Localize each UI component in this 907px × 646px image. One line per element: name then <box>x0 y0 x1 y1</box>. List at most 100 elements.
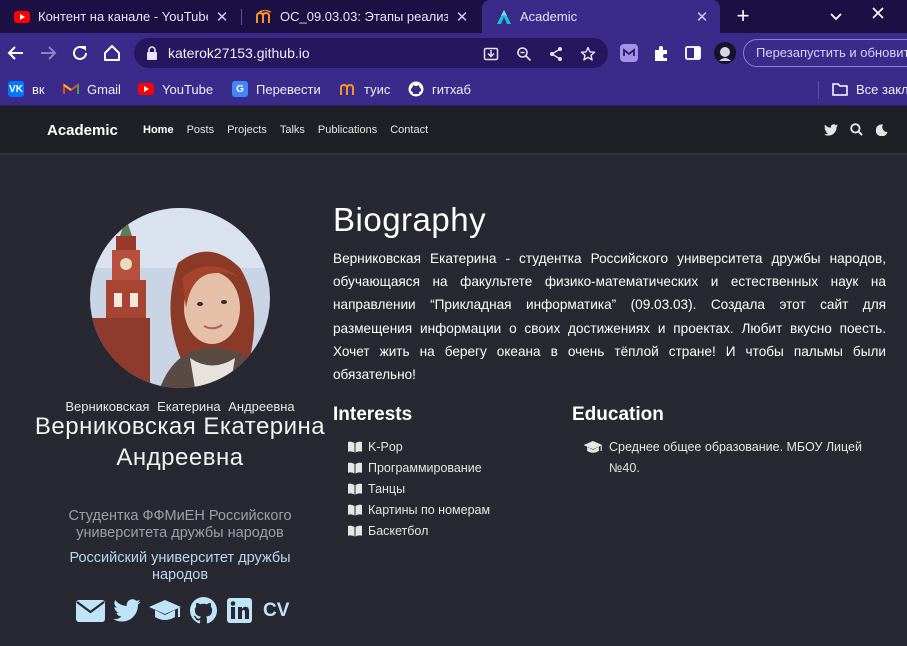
chevron-down-icon[interactable] <box>826 7 846 27</box>
book-icon <box>347 462 363 474</box>
interest-label: Программирование <box>368 461 482 476</box>
bookmark-label: Перевести <box>256 81 321 97</box>
bookmark-gmail[interactable]: Gmail <box>63 80 121 98</box>
youtube-icon <box>138 81 154 97</box>
interest-label: Баскетбол <box>368 523 429 538</box>
all-bookmarks-folder[interactable]: Все закладки <box>832 80 907 98</box>
graduation-cap-icon[interactable] <box>148 596 182 625</box>
tab-title: Academic <box>520 9 578 24</box>
cv-link[interactable]: CV <box>263 600 289 622</box>
avatar <box>90 208 270 388</box>
new-tab-button[interactable]: + <box>730 3 756 29</box>
share-icon[interactable] <box>547 45 565 63</box>
interests-list: K-Pop Программирование Танцы Картины по … <box>347 437 490 541</box>
install-icon[interactable] <box>482 45 500 63</box>
list-item: Программирование <box>347 458 490 479</box>
profile-avatar[interactable] <box>714 42 736 64</box>
interests-title: Interests <box>333 404 413 425</box>
github-icon <box>408 81 424 97</box>
relaunch-update-button[interactable]: Перезапустить и обновить <box>743 39 907 67</box>
list-item: Танцы <box>347 479 490 500</box>
tab-academic[interactable]: Academic ✕ <box>482 0 720 33</box>
nav-projects[interactable]: Projects <box>227 124 267 136</box>
youtube-icon <box>14 9 30 25</box>
bookmark-label: туис <box>364 81 391 97</box>
bookmarks-divider <box>818 81 819 99</box>
extension-icon[interactable] <box>620 44 638 62</box>
book-icon <box>347 525 363 537</box>
tab-title: ОС_09.03.03: Этапы реализации <box>280 9 448 24</box>
web-page: Academic Home Posts Projects Talks Publi… <box>0 107 907 646</box>
graduation-cap-icon <box>583 440 603 456</box>
nav-posts[interactable]: Posts <box>187 124 215 136</box>
bookmark-label: Gmail <box>87 81 121 97</box>
bookmark-label: YouTube <box>162 81 214 97</box>
envelope-icon[interactable] <box>76 596 105 625</box>
zoom-icon[interactable] <box>515 45 533 63</box>
nav-talks[interactable]: Talks <box>280 124 305 136</box>
interest-label: Картины по номерам <box>368 502 491 517</box>
book-icon <box>347 504 363 516</box>
tab-title: Контент на канале - YouTube <box>38 9 208 24</box>
moodle-icon <box>256 9 272 25</box>
bookmark-youtube[interactable]: YouTube <box>138 80 213 98</box>
puzzle-icon[interactable] <box>652 44 670 62</box>
nav-home[interactable]: Home <box>143 124 174 136</box>
tab-youtube[interactable]: Контент на канале - YouTube ✕ <box>0 0 240 33</box>
moon-icon[interactable] <box>875 123 890 137</box>
interest-label: K-Pop <box>368 440 403 455</box>
site-info-icon[interactable] <box>144 45 160 61</box>
bookmark-github[interactable]: гитхаб <box>408 80 471 98</box>
twitter-icon[interactable] <box>824 123 838 137</box>
bookmark-tuis[interactable]: туис <box>340 80 390 98</box>
nav-contact[interactable]: Contact <box>390 124 428 136</box>
nav-publications[interactable]: Publications <box>318 124 377 136</box>
list-item: Картины по номерам <box>347 499 490 520</box>
profile-name: Верниковская Екатерина Андреевна <box>34 413 326 471</box>
list-item: Баскетбол <box>347 520 490 541</box>
close-tab-icon[interactable]: ✕ <box>694 8 710 26</box>
moodle-icon <box>340 81 356 97</box>
list-item: K-Pop <box>347 437 490 458</box>
bookmark-label: вк <box>32 81 45 97</box>
forward-button[interactable] <box>36 41 60 65</box>
education-item: Среднее общее образование. МБОУ Лицей №4… <box>583 437 883 479</box>
search-icon[interactable] <box>850 123 864 137</box>
tab-moodle[interactable]: ОС_09.03.03: Этапы реализации ✕ <box>242 0 480 33</box>
minimize-button[interactable] <box>868 6 888 26</box>
close-tab-icon[interactable]: ✕ <box>454 8 470 26</box>
biography-text: Верниковская Екатерина - студентка Росси… <box>333 251 886 383</box>
bookmark-label: гитхаб <box>432 81 471 97</box>
twitter-icon[interactable] <box>112 596 141 625</box>
github-icon[interactable] <box>189 596 218 625</box>
close-tab-icon[interactable]: ✕ <box>214 8 230 26</box>
folder-icon <box>832 81 848 97</box>
education-text: Среднее общее образование. МБОУ Лицей №4… <box>609 440 862 475</box>
site-navbar: Academic Home Posts Projects Talks Publi… <box>0 107 907 155</box>
translate-icon: G <box>232 81 248 97</box>
url-text: katerok27153.github.io <box>168 45 310 61</box>
vk-icon: VK <box>8 81 24 97</box>
bookmark-vk[interactable]: VK вк <box>8 80 45 98</box>
education-title: Education <box>572 404 664 425</box>
bookmark-translate[interactable]: G Перевести <box>232 80 321 98</box>
academic-icon <box>496 9 512 25</box>
bookmarks-bar: VK вк Gmail YouTube G Перевести туис гит… <box>0 73 907 106</box>
star-icon[interactable] <box>579 45 597 63</box>
profile-role: Студентка ФФМиЕН Российского университет… <box>68 508 292 541</box>
book-icon <box>347 483 363 495</box>
side-panel-icon[interactable] <box>684 44 702 62</box>
home-button[interactable] <box>100 41 124 65</box>
reload-button[interactable] <box>68 41 92 65</box>
browser-toolbar: katerok27153.github.io Перезапустить и о… <box>0 33 907 73</box>
linkedin-icon[interactable] <box>225 596 254 625</box>
book-icon <box>347 441 363 453</box>
back-button[interactable] <box>4 41 28 65</box>
profile-organization[interactable]: Российский университет дружбы народов <box>40 550 320 584</box>
site-nav-links: Home Posts Projects Talks Publications C… <box>143 124 441 136</box>
site-brand[interactable]: Academic <box>47 122 118 139</box>
address-bar[interactable]: katerok27153.github.io <box>134 38 608 68</box>
gmail-icon <box>63 81 79 97</box>
social-links: CV <box>76 596 289 625</box>
tab-strip: Контент на канале - YouTube ✕ ОС_09.03.0… <box>0 0 907 33</box>
